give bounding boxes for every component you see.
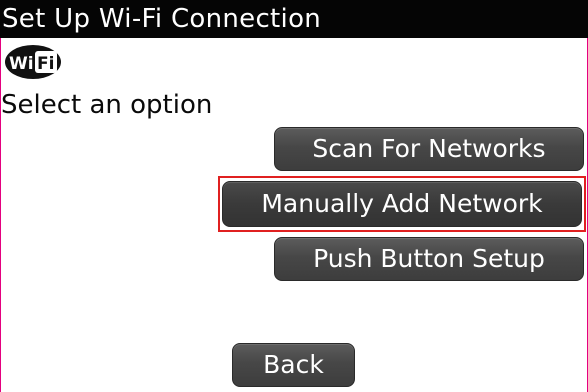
title-bar: Set Up Wi-Fi Connection xyxy=(0,0,588,38)
push-button-setup-button[interactable]: Push Button Setup xyxy=(274,237,584,281)
scan-for-networks-button[interactable]: Scan For Networks xyxy=(274,127,584,171)
wifi-logo-icon: Wi Fi xyxy=(5,45,61,79)
wifi-logo-text-right: Fi xyxy=(37,54,54,74)
wifi-logo-text-left: Wi xyxy=(9,54,34,74)
manually-add-network-button[interactable]: Manually Add Network xyxy=(222,181,582,227)
back-button[interactable]: Back xyxy=(232,343,355,387)
select-option-prompt: Select an option xyxy=(1,90,213,120)
page-title: Set Up Wi-Fi Connection xyxy=(2,4,322,34)
